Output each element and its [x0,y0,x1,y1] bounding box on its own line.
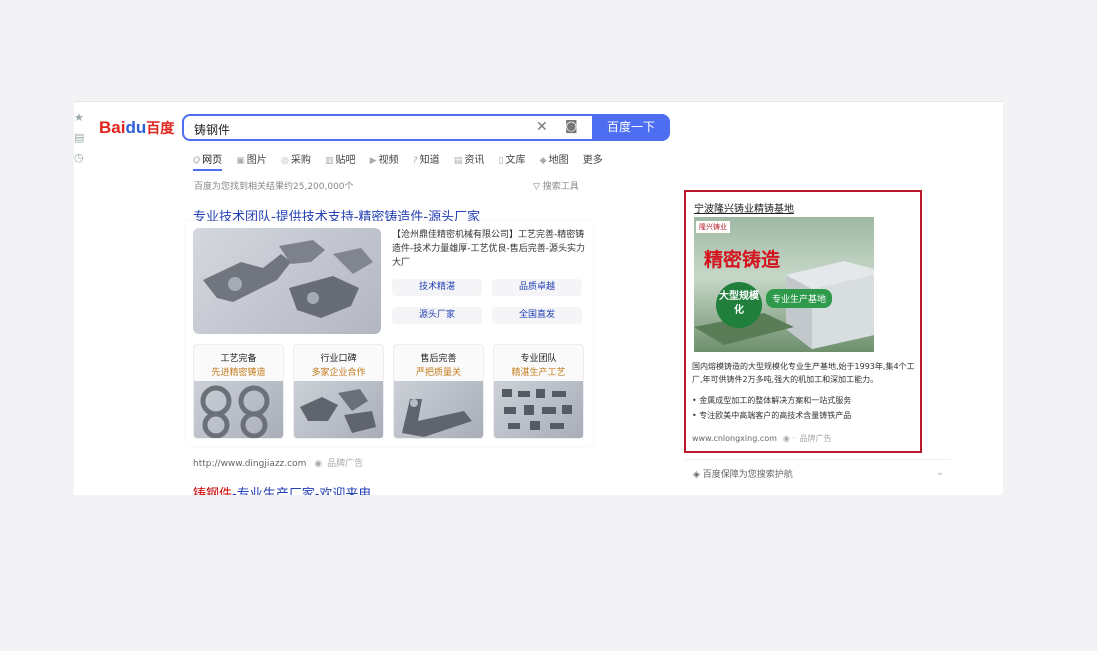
filter-icon: ▽ [533,182,543,192]
question-icon: ? [412,156,418,166]
tile-image-small-parts [494,381,583,438]
clear-icon[interactable]: ✕ [536,119,548,135]
result1-main-image[interactable] [193,228,381,334]
search-input[interactable] [192,119,526,139]
ad-badge: 品牌广告 [799,434,832,443]
right-ad-bullet-2: • 专注欧美中高端客户的高技术含量铸铁产品 [692,411,852,420]
right-ad-description: 国内熔模铸造的大型规模化专业生产基地,始于1993年,集4个工厂,年可供铸件2万… [692,362,915,384]
tab-web[interactable]: Q 网页 [193,155,223,171]
brand-tag: 隆兴铸业 [696,221,730,233]
divider [685,459,951,460]
tab-map[interactable]: ◆ 地图 [540,155,569,166]
right-ad-footer[interactable]: www.cnlongxing.com ◉ · 品牌广告 [692,433,832,444]
result2-title-link[interactable]: 铸钢件-专业生产厂家-欢迎来电 [193,483,371,495]
casting-parts-image [203,240,373,318]
banner-pill: 专业生产基地 [766,289,833,308]
sublink-4[interactable]: 全国直发 [492,307,582,324]
reading-list-icon[interactable]: ▤ [74,132,86,144]
news-icon: ▤ [453,156,463,166]
document-icon: ▯ [498,156,504,166]
purchase-icon: ◎ [280,156,289,166]
browser-viewport: ★ ▤ ◷ Baidu百度 ✕ ◙ 百度一下 Q网页 ▣图片 ◎采购 ▥贴吧 ▶… [74,101,1003,495]
feature-tile-2[interactable]: 行业口碑 多家企业合作 [293,344,384,439]
shield-icon: ◉ [314,459,326,469]
baidu-logo[interactable]: Baidu百度 [99,118,174,138]
tab-wenku[interactable]: ▯ 文库 [499,155,526,166]
sublink-2[interactable]: 品质卓越 [492,279,582,296]
result1-url[interactable]: http://www.dingjiazz.com ◉ 品牌广告 [193,456,363,469]
factory-illustration [694,261,874,349]
tab-purchase[interactable]: ◎ 采购 [281,155,311,166]
tieba-icon: ▥ [325,156,334,166]
search-icon: Q [193,156,201,166]
feature-tile-1[interactable]: 工艺完备 先进精密铸造 [193,344,284,439]
star-icon[interactable]: ★ [74,112,86,124]
tab-tieba[interactable]: ▥ 贴吧 [325,155,356,166]
baidu-guarantee[interactable]: ◈ 百度保障为您搜索护航 [693,467,793,480]
tile-image-rings [194,381,283,438]
camera-icon[interactable]: ◙ [565,119,578,134]
history-icon[interactable]: ◷ [74,152,86,164]
image-icon: ▣ [236,156,245,166]
map-pin-icon: ◆ [539,156,547,166]
search-button[interactable]: 百度一下 [592,114,670,141]
chevron-down-icon[interactable]: ⌄ [936,467,944,478]
sublink-1[interactable]: 技术精湛 [392,279,482,296]
tab-zhidao[interactable]: ? 知道 [413,155,440,166]
result-count: 百度为您找到相关结果约25,200,000个 [194,182,354,192]
video-icon: ▶ [369,156,377,166]
right-ad-banner[interactable]: 隆兴铸业 精密铸造 大型规模化 专业生产基地 [694,217,874,352]
right-ad-title[interactable]: 宁波隆兴铸业精铸基地 [694,200,794,215]
shield-icon: ◉ · [782,434,795,443]
right-ad-card[interactable]: 宁波隆兴铸业精铸基地 隆兴铸业 精密铸造 大型规模化 专业生产基地 国内熔模铸造… [684,190,922,453]
banner-headline: 精密铸造 [704,249,781,271]
feature-tile-4[interactable]: 专业团队 精湛生产工艺 [493,344,584,439]
banner-circle-badge: 大型规模化 [716,282,762,328]
search-tabs: Q 网页 ▣ 图片 ◎ 采购 ▥ 贴吧 ▶ 视频 ? 知道 ▤ 资讯 ▯ 文库 ◆ 地图 更多 [193,151,614,171]
right-ad-bullet-1: • 金属成型加工的整体解决方案和一站式服务 [692,396,852,405]
tab-video[interactable]: ▶ 视频 [370,155,399,166]
left-toolbar: ★ ▤ ◷ [74,112,86,172]
result1-description: 【沧州鼎佳精密机械有限公司】工艺完善-精密铸造件-技术力量雄厚-工艺优良-售后完… [392,230,585,268]
tab-more[interactable]: 更多 [583,155,603,166]
sublink-3[interactable]: 源头厂家 [392,307,482,324]
search-tools-button[interactable]: ▽ 搜索工具 [533,179,579,192]
tab-images[interactable]: ▣ 图片 [236,155,267,166]
tab-news[interactable]: ▤ 资讯 [454,155,485,166]
tile-image-parts [294,381,383,438]
shield-icon: ◈ [693,470,703,480]
ad-badge: 品牌广告 [327,459,364,469]
feature-tile-3[interactable]: 售后完善 严把质量关 [393,344,484,439]
tile-image-bracket [394,381,483,438]
